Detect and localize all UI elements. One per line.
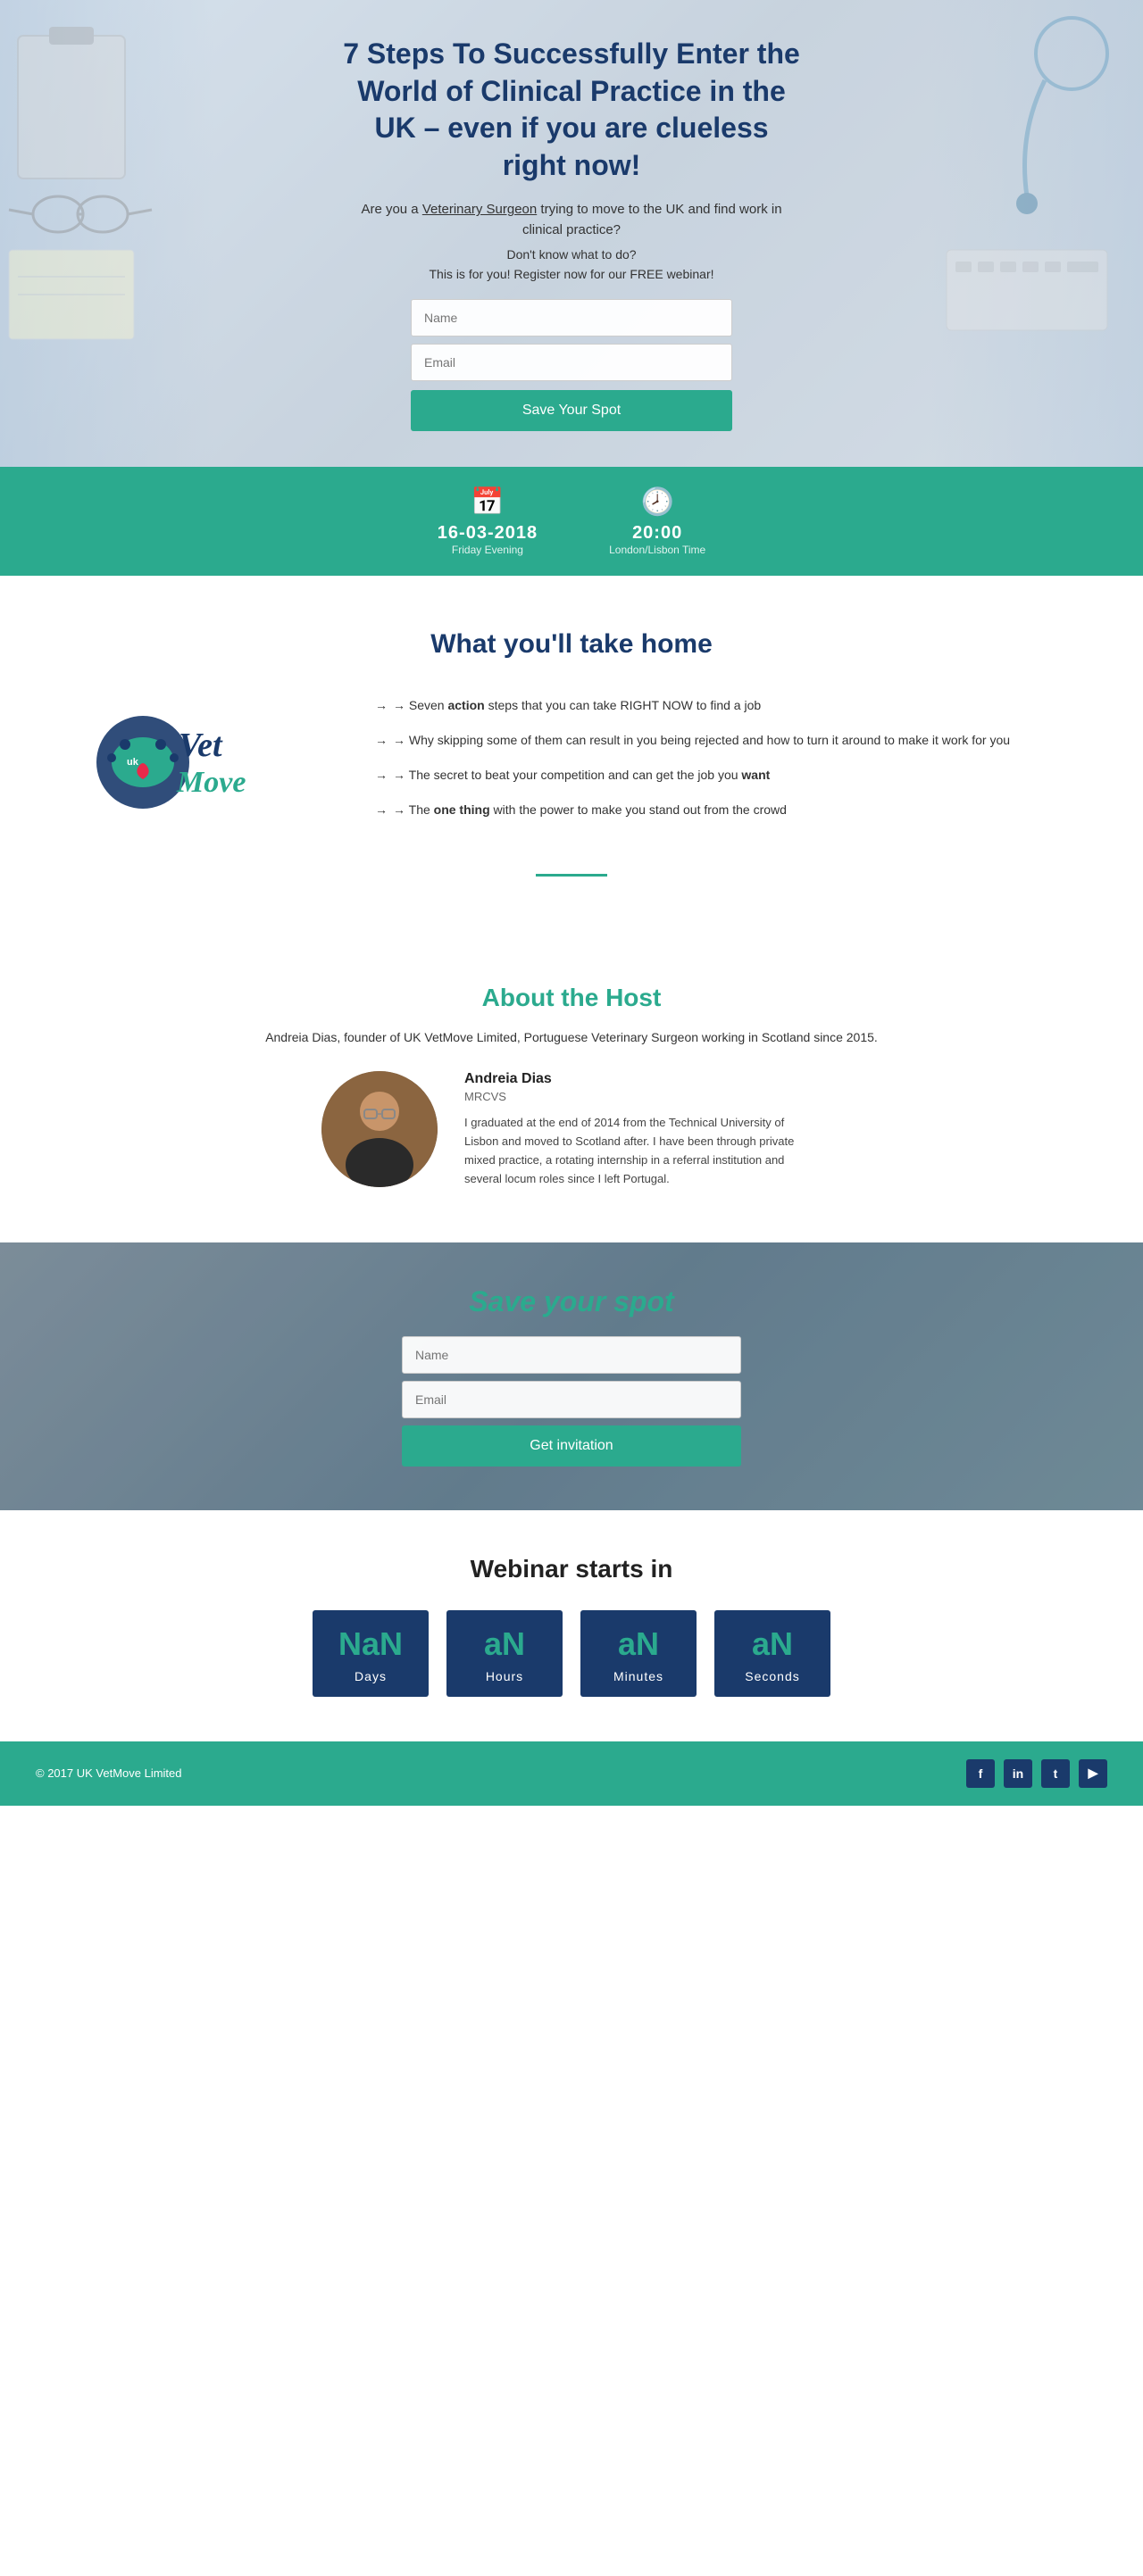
takeaway-item-3: → The secret to beat your competition an… [375, 766, 1072, 785]
hero-email-input[interactable] [411, 344, 732, 381]
hero-name-input[interactable] [411, 299, 732, 337]
linkedin-icon[interactable]: in [1004, 1759, 1032, 1788]
event-time-sub: London/Lisbon Time [609, 544, 705, 556]
countdown-days-value: NaN [338, 1628, 403, 1660]
event-date: 16-03-2018 [438, 523, 538, 544]
about-host-intro: Andreia Dias, founder of UK VetMove Limi… [71, 1030, 1072, 1044]
host-card: Andreia Dias MRCVS I graduated at the en… [321, 1071, 822, 1188]
about-host-section: About the Host Andreia Dias, founder of … [0, 948, 1143, 1242]
uk-vetmove-logo: uk Vet Move [80, 695, 313, 820]
countdown-seconds-value: aN [752, 1628, 793, 1660]
takeaway-item-2: → Why skipping some of them can result i… [375, 731, 1072, 750]
footer-copyright: © 2017 UK VetMove Limited [36, 1766, 182, 1780]
hero-dont-know: Don't know what to do? [339, 247, 804, 262]
countdown-hours-box: aN Hours [446, 1610, 563, 1697]
countdown-seconds-label: Seconds [745, 1669, 799, 1683]
takeaway-section: What you'll take home uk Vet [0, 576, 1143, 874]
save-spot-content: Save your spot Get invitation [402, 1285, 741, 1467]
event-date-sub: Friday Evening [452, 544, 523, 556]
clock-icon: 🕗 [640, 486, 673, 518]
section-divider [536, 874, 607, 877]
hero-content-block: 7 Steps To Successfully Enter the World … [321, 0, 822, 467]
event-date-item: 📅 16-03-2018 Friday Evening [438, 486, 538, 556]
host-bio: I graduated at the end of 2014 from the … [464, 1114, 822, 1188]
about-host-title: About the Host [71, 984, 1072, 1012]
host-info: Andreia Dias MRCVS I graduated at the en… [464, 1071, 822, 1188]
save-spot-form: Get invitation [402, 1336, 741, 1467]
countdown-hours-label: Hours [486, 1669, 523, 1683]
logo-block: uk Vet Move [71, 695, 321, 820]
countdown-seconds-box: aN Seconds [714, 1610, 830, 1697]
countdown-title: Webinar starts in [36, 1555, 1107, 1583]
takeaway-item-1: → Seven action steps that you can take R… [375, 696, 1072, 715]
hero-subtitle: Are you a Veterinary Surgeon trying to m… [339, 200, 804, 240]
calendar-icon: 📅 [471, 486, 504, 518]
countdown-hours-value: aN [484, 1628, 525, 1660]
host-avatar [321, 1071, 438, 1187]
takeaway-row: uk Vet Move → Seven action steps that yo… [71, 695, 1072, 820]
youtube-icon[interactable]: ▶ [1079, 1759, 1107, 1788]
hero-cta-free: This is for you! Register now for our FR… [339, 267, 804, 281]
hero-desk-right-decoration [929, 0, 1143, 467]
hero-section: 7 Steps To Successfully Enter the World … [0, 0, 1143, 467]
event-bar: 📅 16-03-2018 Friday Evening 🕗 20:00 Lond… [0, 467, 1143, 576]
svg-text:Vet: Vet [179, 727, 223, 764]
save-spot-name-input[interactable] [402, 1336, 741, 1374]
footer: © 2017 UK VetMove Limited f in t ▶ [0, 1741, 1143, 1806]
takeaway-item-4: → The one thing with the power to make y… [375, 801, 1072, 819]
hero-desk-left-decoration [0, 0, 214, 467]
countdown-days-label: Days [355, 1669, 387, 1683]
countdown-days-box: NaN Days [313, 1610, 429, 1697]
countdown-boxes: NaN Days aN Hours aN Minutes aN Seconds [36, 1610, 1107, 1697]
save-spot-get-invitation-button[interactable]: Get invitation [402, 1425, 741, 1467]
countdown-section: Webinar starts in NaN Days aN Hours aN M… [0, 1510, 1143, 1741]
save-spot-title: Save your spot [402, 1285, 741, 1318]
countdown-minutes-value: aN [618, 1628, 659, 1660]
countdown-minutes-label: Minutes [613, 1669, 663, 1683]
event-time-item: 🕗 20:00 London/Lisbon Time [609, 486, 705, 556]
hero-title: 7 Steps To Successfully Enter the World … [339, 36, 804, 184]
hero-registration-form: Save Your Spot [411, 299, 732, 431]
host-name: Andreia Dias [464, 1071, 822, 1087]
takeaway-list: → Seven action steps that you can take R… [375, 696, 1072, 819]
event-time: 20:00 [632, 523, 682, 544]
save-spot-email-input[interactable] [402, 1381, 741, 1418]
divider-container [0, 874, 1143, 948]
takeaway-section-title: What you'll take home [71, 629, 1072, 660]
svg-text:uk: uk [127, 757, 139, 768]
svg-text:Move: Move [176, 766, 246, 799]
twitter-icon[interactable]: t [1041, 1759, 1070, 1788]
hero-save-spot-button[interactable]: Save Your Spot [411, 390, 732, 431]
save-spot-banner: Save your spot Get invitation [0, 1242, 1143, 1510]
host-credential: MRCVS [464, 1090, 822, 1103]
countdown-minutes-box: aN Minutes [580, 1610, 697, 1697]
footer-social-icons: f in t ▶ [966, 1759, 1107, 1788]
facebook-icon[interactable]: f [966, 1759, 995, 1788]
